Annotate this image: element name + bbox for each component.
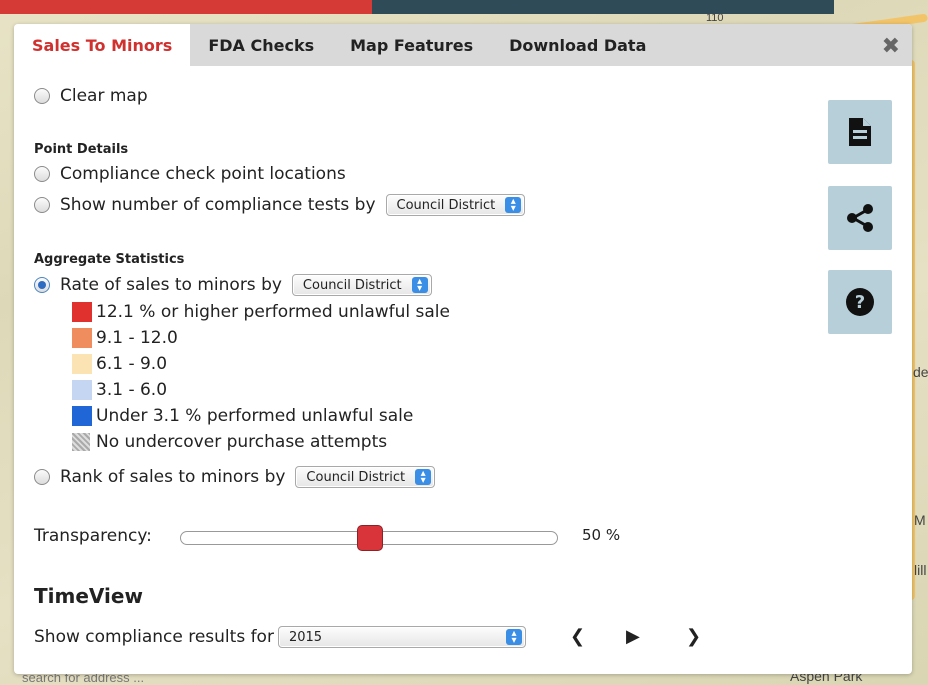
tab-bar: Sales To Minors FDA Checks Map Features … [14,24,912,66]
rank-of-sales-select-value: Council District [306,469,406,485]
legend-item: No undercover purchase attempts [72,432,387,452]
legend-swatch [72,433,90,451]
tab-content: Clear map Point Details Compliance check… [34,66,792,674]
legend-item: 6.1 - 9.0 [72,354,167,374]
tests-count-radio[interactable] [34,197,50,213]
help-icon[interactable]: ? [828,270,892,334]
legend-swatch [72,354,92,374]
legend-swatch [72,380,92,400]
clear-map-option[interactable]: Clear map [34,86,148,106]
timeview-row: Show compliance results for 2015 ▴ ▾ [34,626,526,648]
tests-count-label: Show number of compliance tests by [60,195,376,215]
rate-of-sales-select-value: Council District [302,277,402,293]
point-locations-option[interactable]: Compliance check point locations [34,164,346,184]
close-icon[interactable]: ✖ [882,34,900,59]
aggregate-statistics-heading: Aggregate Statistics [34,252,185,267]
svg-text:?: ? [855,292,865,313]
rate-of-sales-option[interactable]: Rate of sales to minors by Council Distr… [34,274,432,296]
point-details-heading: Point Details [34,142,129,157]
control-panel: Sales To Minors FDA Checks Map Features … [14,24,912,674]
select-arrows-icon: ▴ ▾ [505,629,522,646]
help-icon: ? [846,288,874,316]
play-icon[interactable]: ▶ [626,626,640,647]
timeview-label: Show compliance results for [34,627,274,647]
legend-swatch [72,406,92,426]
tab-map-features[interactable]: Map Features [332,24,491,66]
map-place-label: M [914,512,926,528]
chevron-left-icon[interactable]: ❮ [570,626,585,647]
point-locations-label: Compliance check point locations [60,164,346,184]
rate-of-sales-select[interactable]: Council District ▴ ▾ [291,274,432,296]
rank-of-sales-radio[interactable] [34,469,50,485]
tab-download-data[interactable]: Download Data [491,24,664,66]
tab-fda-checks[interactable]: FDA Checks [190,24,332,66]
transparency-slider-thumb[interactable] [357,525,383,551]
legend-swatch [72,302,92,322]
legend-label: 9.1 - 12.0 [96,328,178,348]
legend-label: Under 3.1 % performed unlawful sale [96,406,414,426]
clear-map-label: Clear map [60,86,148,106]
map-road-label: 110 [706,12,724,24]
rank-of-sales-select[interactable]: Council District ▴ ▾ [295,466,436,488]
map-place-label: lill [914,562,927,578]
tests-count-select[interactable]: Council District ▴ ▾ [385,194,526,216]
select-arrows-icon: ▴ ▾ [505,197,522,214]
document-icon [849,118,871,146]
rate-of-sales-radio[interactable] [34,277,50,293]
legend-swatch [72,328,92,348]
timeview-heading: TimeView [34,584,143,608]
map-place-label: de [913,364,928,380]
rank-of-sales-label: Rank of sales to minors by [60,467,286,487]
share-icon[interactable] [828,186,892,250]
header-bar-dark [372,0,834,14]
rank-of-sales-option[interactable]: Rank of sales to minors by Council Distr… [34,466,436,488]
point-locations-radio[interactable] [34,166,50,182]
legend-label: 12.1 % or higher performed unlawful sale [96,302,450,322]
select-arrows-icon: ▴ ▾ [415,469,432,486]
transparency-value: 50 % [582,526,621,544]
legend-label: No undercover purchase attempts [96,432,388,452]
chevron-right-icon[interactable]: ❯ [686,626,701,647]
document-icon[interactable] [828,100,892,164]
legend-item: 3.1 - 6.0 [72,380,167,400]
legend-label: 3.1 - 6.0 [96,380,168,400]
legend-item: 9.1 - 12.0 [72,328,178,348]
tab-sales-to-minors[interactable]: Sales To Minors [14,24,191,66]
rate-of-sales-label: Rate of sales to minors by [60,275,282,295]
share-icon [847,204,873,232]
clear-map-radio[interactable] [34,88,50,104]
legend-item: Under 3.1 % performed unlawful sale [72,406,413,426]
header-bar-red [0,0,372,14]
year-select[interactable]: 2015 ▴ ▾ [277,626,526,648]
legend-item: 12.1 % or higher performed unlawful sale [72,302,450,322]
tests-count-option[interactable]: Show number of compliance tests by Counc… [34,194,526,216]
select-arrows-icon: ▴ ▾ [411,277,428,294]
year-select-value: 2015 [288,629,323,645]
tests-count-select-value: Council District [396,197,496,213]
legend-label: 6.1 - 9.0 [96,354,168,374]
transparency-label: Transparency: [34,526,152,546]
